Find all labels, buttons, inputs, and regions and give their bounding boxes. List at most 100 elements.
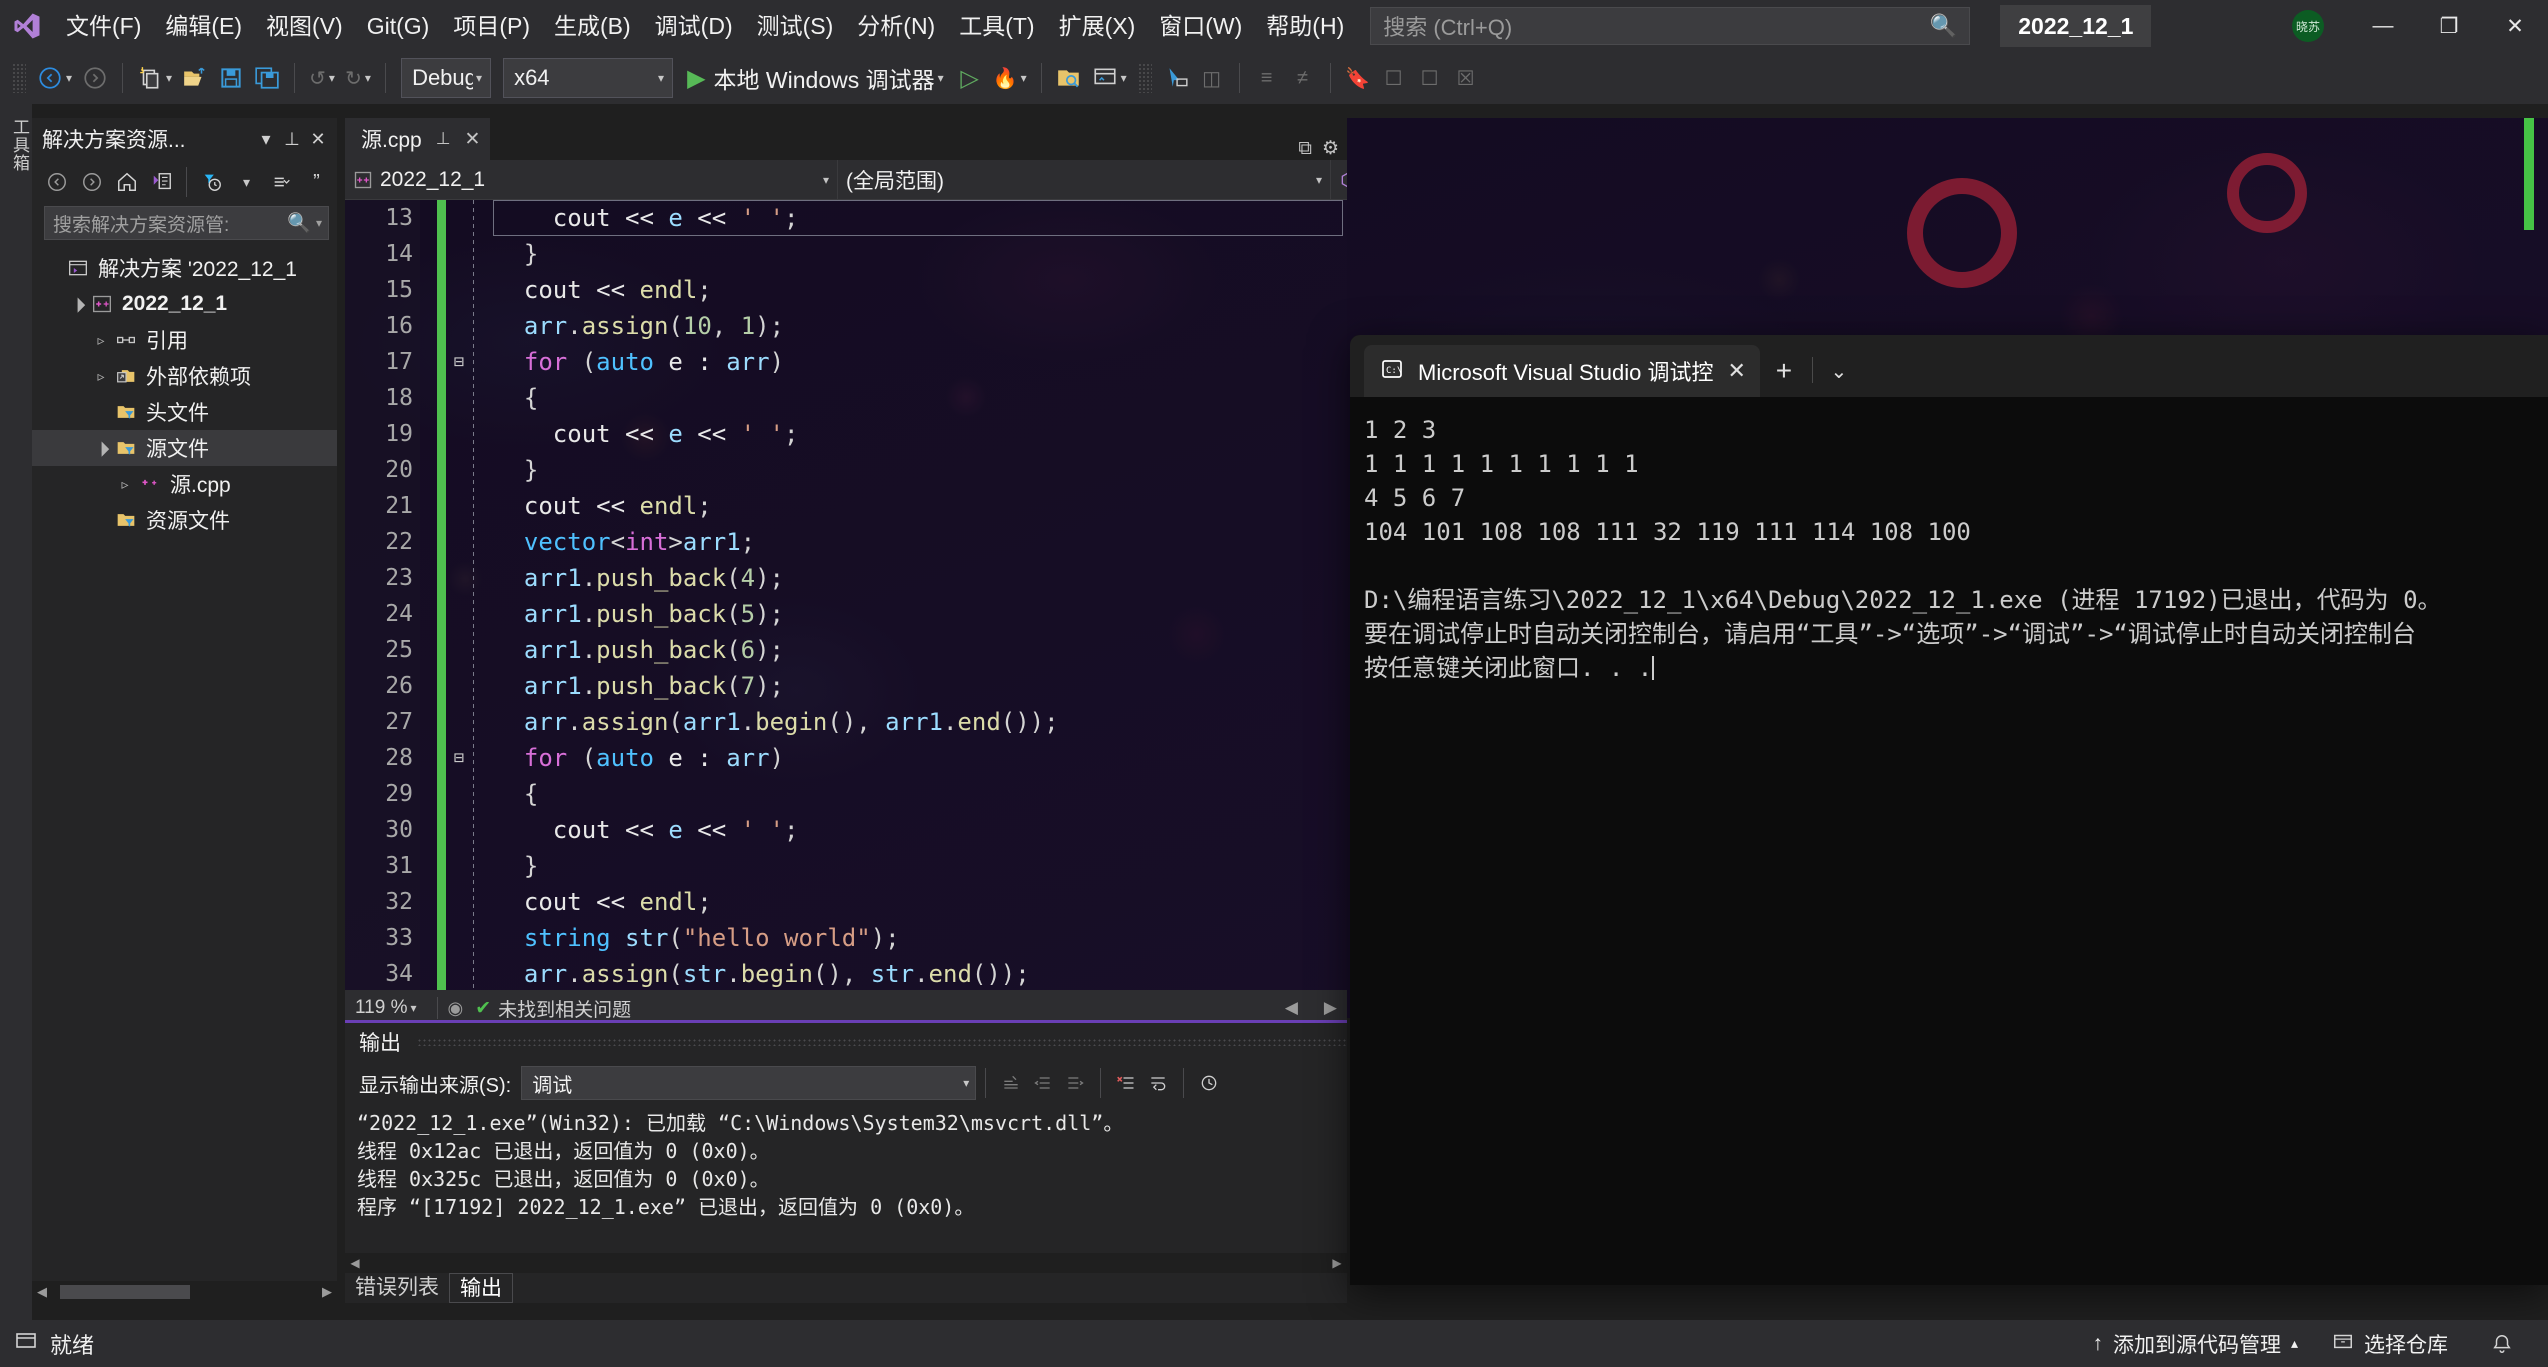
code-line-17[interactable]: 17 ⊟ for (auto e : arr) xyxy=(345,344,1347,380)
close-icon[interactable]: ✕ xyxy=(465,128,481,151)
console-tab[interactable]: C:\ Microsoft Visual Studio 调试控 ✕ xyxy=(1364,345,1760,397)
scroll-left-icon[interactable]: ◀ xyxy=(1285,998,1298,1018)
pin-icon[interactable]: ⊥ xyxy=(436,129,451,149)
tree-item-0[interactable]: 解决方案 '2022_12_1 xyxy=(32,250,337,286)
menu-item-2[interactable]: 视图(V) xyxy=(254,0,355,52)
chevron-down-icon[interactable]: ▾ xyxy=(166,71,172,85)
code-line-28[interactable]: 28 ⊟ for (auto e : arr) xyxy=(345,740,1347,776)
clear-pane-icon[interactable] xyxy=(1110,1067,1142,1099)
go-to-next-icon[interactable] xyxy=(1059,1067,1091,1099)
close-window-button[interactable]: ✕ xyxy=(2482,0,2548,52)
solution-explorer-search[interactable]: 搜索解决方案资源管: 🔍 ▾ xyxy=(44,206,329,240)
menu-item-0[interactable]: 文件(F) xyxy=(54,0,153,52)
collapsed-twisty-icon[interactable]: ▹ xyxy=(90,368,112,385)
output-hscrollbar[interactable]: ◀ ▶ xyxy=(345,1253,1347,1273)
bottom-tab-0[interactable]: 错误列表 xyxy=(345,1273,449,1303)
global-search-input[interactable]: 搜索 (Ctrl+Q) xyxy=(1383,10,1930,42)
code-line-25[interactable]: 25 arr1.push_back(6); xyxy=(345,632,1347,668)
code-line-27[interactable]: 27 arr.assign(arr1.begin(), arr1.end()); xyxy=(345,704,1347,740)
fold-toggle-icon[interactable]: ⊟ xyxy=(449,740,469,776)
tree-item-5[interactable]: ◢ 源文件 xyxy=(32,430,337,466)
tree-item-4[interactable]: 头文件 xyxy=(32,394,337,430)
code-line-13[interactable]: 13 cout << e << ' '; xyxy=(345,200,1347,236)
new-project-button[interactable]: ▾ xyxy=(132,57,177,99)
code-line-22[interactable]: 22 vector<int>arr1; xyxy=(345,524,1347,560)
sync-with-active-document-icon[interactable] xyxy=(145,166,178,199)
code-line-16[interactable]: 16 arr.assign(10, 1); xyxy=(345,308,1347,344)
tree-item-2[interactable]: ▹ 引用 xyxy=(32,322,337,358)
tree-item-7[interactable]: 资源文件 xyxy=(32,502,337,538)
navigate-forward-button[interactable] xyxy=(77,57,113,99)
code-surface[interactable]: 13 cout << e << ' '; 14 } 15 cout << endl;… xyxy=(345,200,1347,990)
scroll-right-icon[interactable]: ▶ xyxy=(317,1284,337,1300)
bottom-tab-1[interactable]: 输出 xyxy=(449,1273,513,1303)
toggle-word-wrap-icon[interactable] xyxy=(1142,1067,1174,1099)
menu-item-1[interactable]: 编辑(E) xyxy=(153,0,254,52)
output-panel-grip[interactable] xyxy=(417,1038,1347,1046)
save-all-button[interactable] xyxy=(249,57,285,99)
chevron-down-icon[interactable]: ▾ xyxy=(316,216,322,230)
menu-item-9[interactable]: 工具(T) xyxy=(947,0,1046,52)
maximize-restore-button[interactable]: ❐ xyxy=(2416,0,2482,52)
pointer-select-icon[interactable] xyxy=(1158,57,1194,99)
navbar-scope-combo[interactable]: (全局范围) ▾ xyxy=(838,159,1331,200)
history-icon[interactable] xyxy=(1193,1067,1225,1099)
chevron-down-icon[interactable]: ▾ xyxy=(658,71,664,85)
code-line-18[interactable]: 18 { xyxy=(345,380,1347,416)
code-line-24[interactable]: 24 arr1.push_back(5); xyxy=(345,596,1347,632)
code-line-26[interactable]: 26 arr1.push_back(7); xyxy=(345,668,1347,704)
toolbar-grip[interactable] xyxy=(12,63,26,93)
code-line-20[interactable]: 20 } xyxy=(345,452,1347,488)
menu-item-5[interactable]: 生成(B) xyxy=(542,0,643,52)
global-search-box[interactable]: 搜索 (Ctrl+Q) 🔍 xyxy=(1370,7,1971,45)
code-line-23[interactable]: 23 arr1.push_back(4); xyxy=(345,560,1347,596)
toolbox-rail[interactable]: 工具箱 xyxy=(0,104,32,1320)
clear-all-icon[interactable] xyxy=(995,1067,1027,1099)
scroll-right-icon[interactable]: ▶ xyxy=(1327,1256,1347,1270)
editor-hscrollbar[interactable]: ◀ ▶ xyxy=(631,998,1347,1018)
code-line-33[interactable]: 33 string str("hello world"); xyxy=(345,920,1347,956)
toolbar-grip[interactable] xyxy=(1137,63,1152,93)
editor-tab-source-cpp[interactable]: 源.cpp ⊥ ✕ xyxy=(345,118,491,160)
close-icon[interactable]: ✕ xyxy=(305,124,331,154)
navbar-member-combo[interactable]: main() ▾ xyxy=(1331,160,1347,200)
code-line-14[interactable]: 14 } xyxy=(345,236,1347,272)
collapse-all-icon[interactable] xyxy=(265,166,298,199)
menu-item-8[interactable]: 分析(N) xyxy=(845,0,947,52)
menu-item-6[interactable]: 调试(D) xyxy=(643,0,745,52)
scroll-right-icon[interactable]: ▶ xyxy=(1324,998,1337,1018)
solution-platform-combo[interactable]: x64 ▾ xyxy=(503,58,674,98)
menu-item-12[interactable]: 帮助(H) xyxy=(1254,0,1356,52)
menu-item-11[interactable]: 窗口(W) xyxy=(1147,0,1254,52)
go-to-previous-icon[interactable] xyxy=(1027,1067,1059,1099)
code-line-15[interactable]: 15 cout << endl; xyxy=(345,272,1347,308)
fold-toggle-icon[interactable]: ⊟ xyxy=(449,344,469,380)
chevron-down-icon[interactable]: ▾ xyxy=(963,1076,969,1090)
chevron-down-icon[interactable]: ⌄ xyxy=(1817,345,1861,397)
minimize-button[interactable]: — xyxy=(2350,0,2416,52)
navigate-backward-button[interactable]: ▾ xyxy=(32,57,77,99)
split-view-icon[interactable]: ⧉ xyxy=(1298,138,1312,160)
code-line-29[interactable]: 29 { xyxy=(345,776,1347,812)
debug-console-window[interactable]: C:\ Microsoft Visual Studio 调试控 ✕ + ⌄ 1 … xyxy=(1350,335,2548,1285)
scrollbar-thumb[interactable] xyxy=(60,1285,190,1299)
solution-explorer-hscrollbar[interactable]: ◀ ▶ xyxy=(32,1281,337,1303)
open-file-button[interactable] xyxy=(177,57,213,99)
forward-icon[interactable] xyxy=(75,166,108,199)
chevron-down-icon[interactable]: ▾ xyxy=(938,71,944,85)
add-to-source-control-button[interactable]: ↑ 添加到源代码管理 ▴ xyxy=(2092,1329,2298,1359)
avatar[interactable]: 晓苏 xyxy=(2292,10,2324,42)
scroll-left-icon[interactable]: ◀ xyxy=(32,1284,52,1300)
properties-icon[interactable]: ” xyxy=(300,166,333,199)
pending-changes-filter-icon[interactable] xyxy=(195,166,228,199)
editor-zoom-control[interactable]: 119 % ▾ xyxy=(355,997,417,1019)
code-line-21[interactable]: 21 cout << endl; xyxy=(345,488,1347,524)
chevron-down-icon[interactable]: ▾ xyxy=(66,71,72,85)
code-line-32[interactable]: 32 cout << endl; xyxy=(345,884,1347,920)
chevron-down-icon[interactable]: ▾ xyxy=(1306,173,1322,187)
settings-gear-icon[interactable]: ⚙ xyxy=(1322,137,1339,160)
chevron-down-icon[interactable]: ▾ xyxy=(813,173,829,187)
notifications-bell-icon[interactable] xyxy=(2482,1333,2522,1355)
tree-item-1[interactable]: ◢ 2022_12_1 xyxy=(32,286,337,322)
pin-icon[interactable]: ⊥ xyxy=(279,124,305,154)
